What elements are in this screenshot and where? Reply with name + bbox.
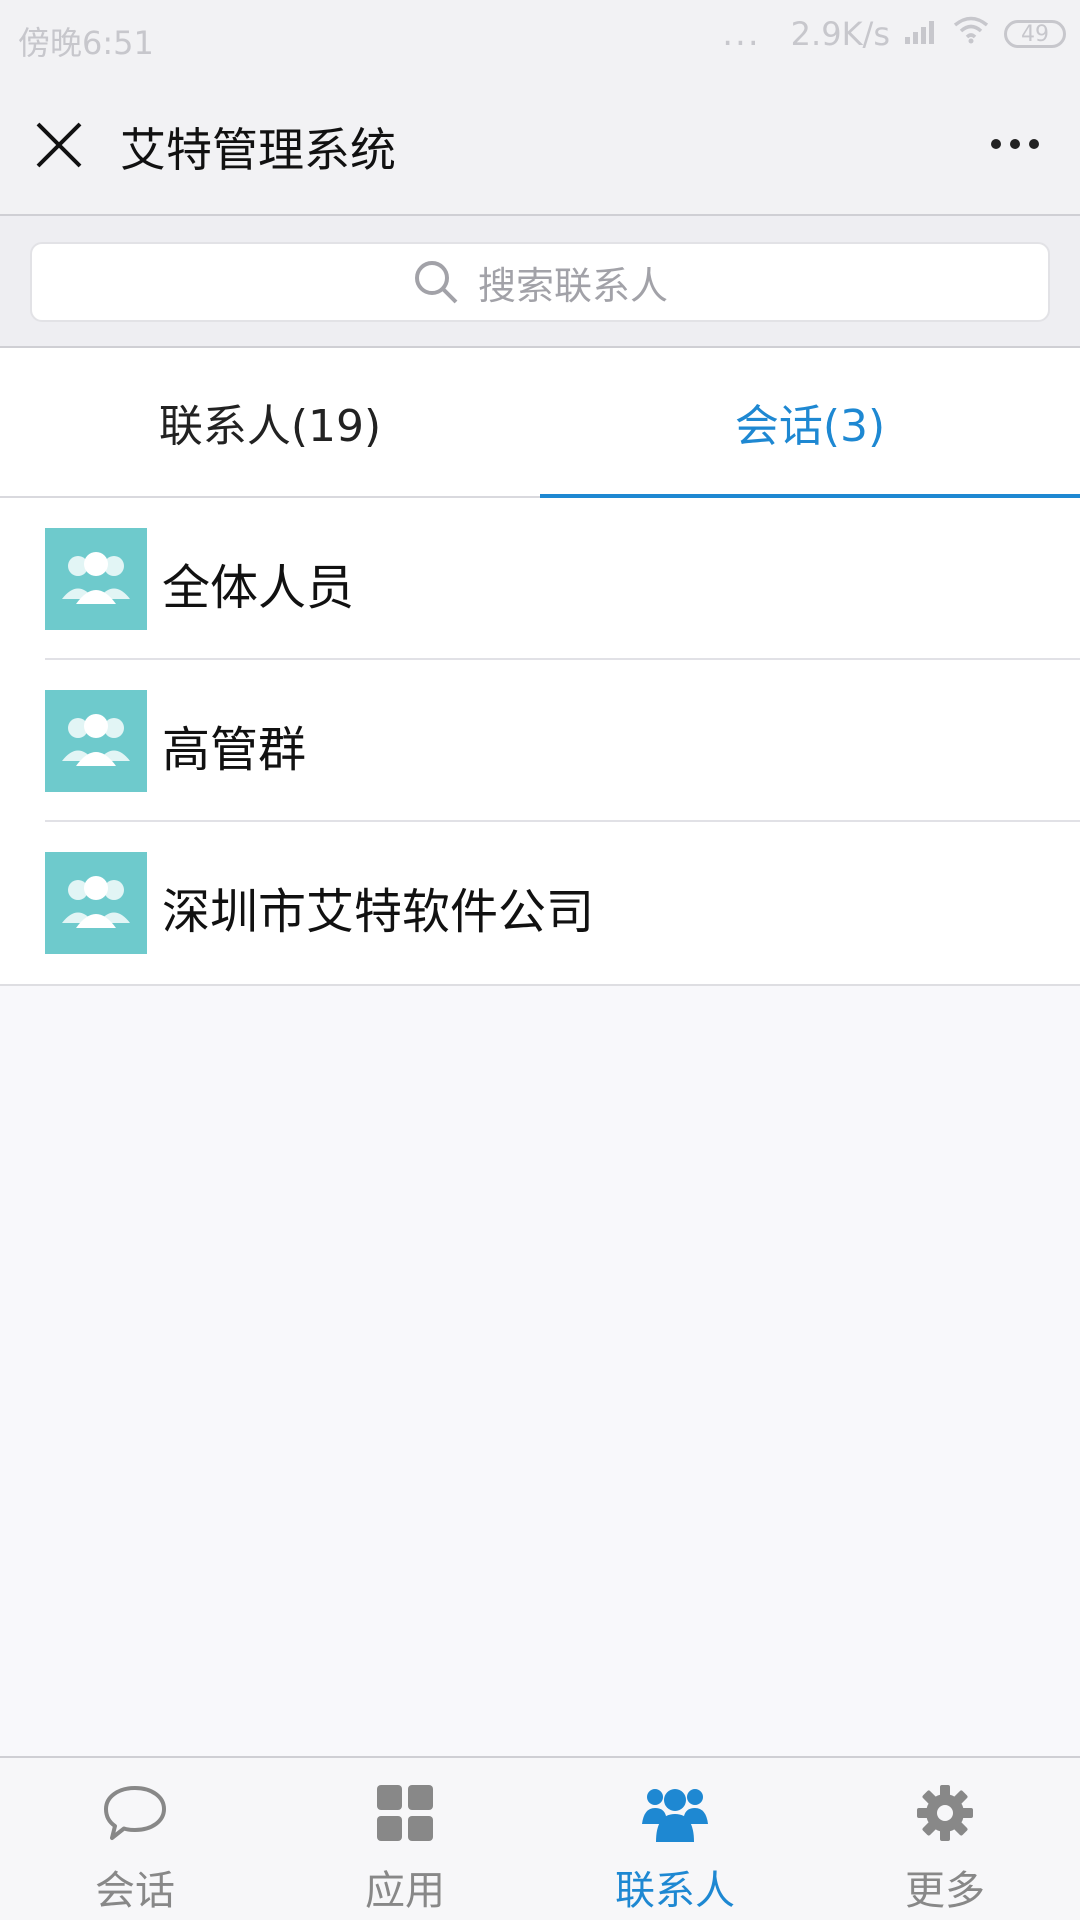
group-name: 深圳市艾特软件公司	[162, 884, 595, 940]
status-time: 傍晚6:51	[18, 24, 154, 62]
nav-tab-chats-label: 会话	[95, 1868, 175, 1914]
status-dots: ...	[722, 14, 761, 54]
conversation-list: 全体人员 高管群 深圳市艾特软件公司	[0, 498, 1080, 986]
grid-apps-icon	[365, 1778, 445, 1848]
tab-contacts[interactable]: 联系人(19)	[0, 348, 540, 496]
group-avatar	[45, 852, 147, 954]
group-people-icon	[62, 876, 130, 928]
tab-conversations[interactable]: 会话(3)	[540, 348, 1080, 498]
nav-tab-more[interactable]: 更多	[810, 1758, 1080, 1920]
list-item[interactable]: 深圳市艾特软件公司	[0, 822, 1080, 984]
bottom-nav: 会话 应用 联系人 更多	[0, 1756, 1080, 1920]
nav-tab-apps[interactable]: 应用	[270, 1758, 540, 1920]
close-icon	[36, 122, 82, 168]
nav-tab-apps-label: 应用	[365, 1868, 445, 1914]
group-people-icon	[62, 552, 130, 604]
group-avatar	[45, 690, 147, 792]
page-title: 艾特管理系统	[120, 123, 396, 177]
search-icon	[414, 261, 458, 304]
search-area: 搜索联系人	[0, 216, 1080, 348]
app-bar: 艾特管理系统	[0, 74, 1080, 216]
chat-bubble-icon	[95, 1778, 175, 1848]
group-people-icon	[62, 714, 130, 766]
nav-tab-more-label: 更多	[905, 1868, 985, 1914]
gear-icon	[905, 1778, 985, 1848]
network-speed: 2.9K/s	[790, 15, 890, 53]
battery-icon: 49	[1004, 20, 1066, 48]
tab-conversations-label: 会话(3)	[734, 401, 886, 452]
tab-contacts-label: 联系人(19)	[158, 401, 382, 452]
group-avatar	[45, 528, 147, 630]
nav-tab-chats[interactable]: 会话	[0, 1758, 270, 1920]
close-button[interactable]	[30, 116, 88, 174]
group-name: 高管群	[162, 722, 307, 778]
more-options-button[interactable]	[980, 114, 1050, 174]
contacts-people-icon	[635, 1778, 715, 1848]
list-item[interactable]: 高管群	[0, 660, 1080, 822]
signal-icon	[904, 15, 938, 53]
list-item[interactable]: 全体人员	[0, 498, 1080, 660]
status-indicators: ... 2.9K/s 49	[722, 14, 1066, 54]
more-dots-icon	[991, 139, 1039, 149]
tab-bar: 联系人(19) 会话(3)	[0, 348, 1080, 498]
group-name: 全体人员	[162, 560, 355, 616]
wifi-icon	[952, 15, 990, 53]
nav-tab-contacts[interactable]: 联系人	[540, 1758, 810, 1920]
nav-tab-contacts-label: 联系人	[615, 1868, 735, 1914]
search-placeholder: 搜索联系人	[477, 263, 668, 308]
status-bar: 傍晚6:51 ... 2.9K/s 49	[0, 0, 1080, 74]
search-input[interactable]: 搜索联系人	[30, 242, 1050, 322]
